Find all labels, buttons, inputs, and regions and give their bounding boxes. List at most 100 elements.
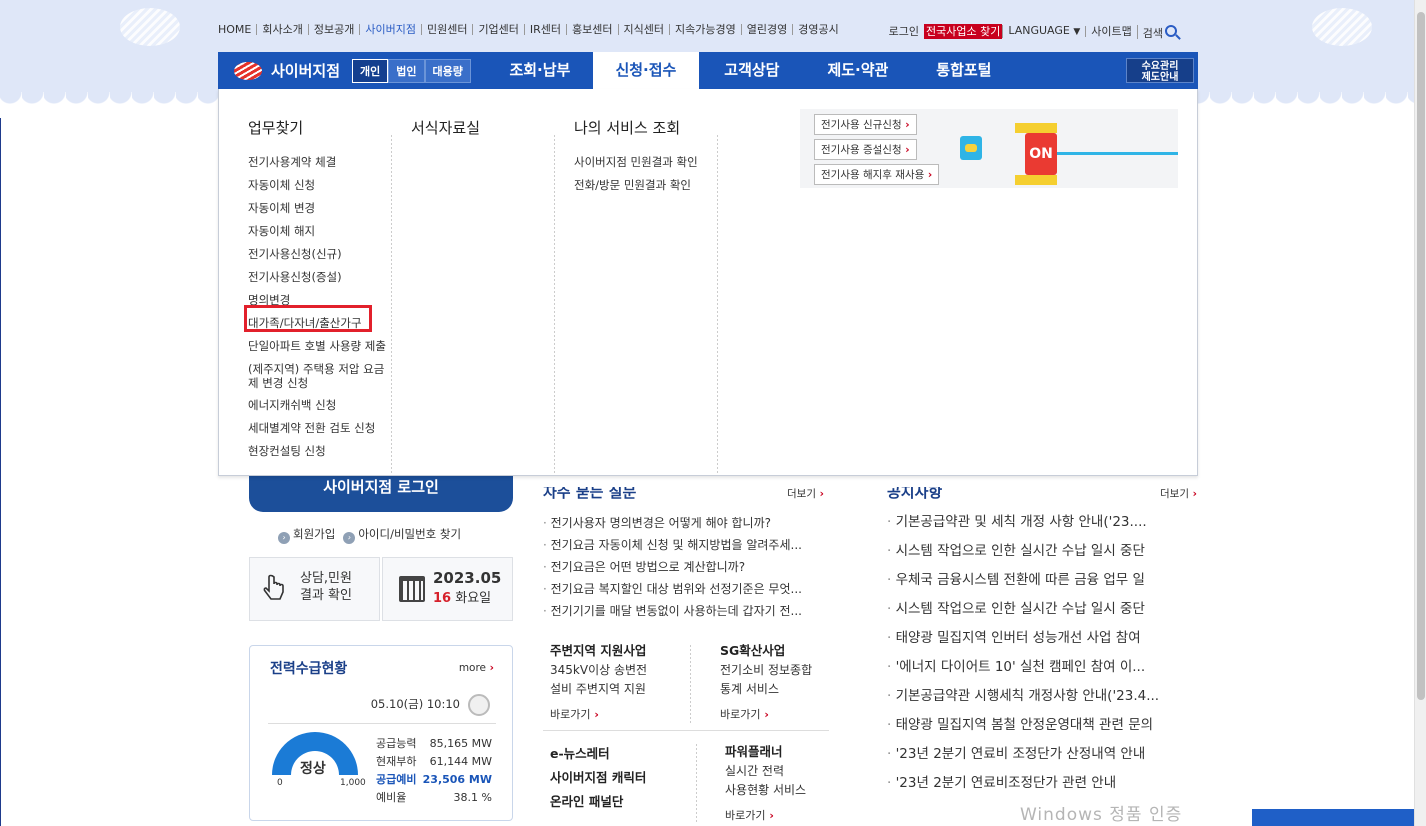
utility-right: 로그인 전국사업소 찾기 LANGUAGE ▼ 사이트맵 검색 bbox=[884, 24, 1182, 39]
notice-item[interactable]: '23년 2분기 연료비 조정단가 산정내역 안내 bbox=[887, 740, 1195, 769]
quick-local-support[interactable]: 주변지역 지원사업 345kV이상 송변전 설비 주변지역 지원 바로가기 bbox=[550, 641, 647, 724]
new-usage-button[interactable]: 전기사용 신규신청 bbox=[814, 114, 917, 135]
util-open[interactable]: 열린경영 bbox=[740, 24, 792, 35]
demand-management-button[interactable]: 수요관리 제도안내 bbox=[1126, 58, 1194, 83]
cable-decoration bbox=[1057, 147, 1178, 155]
stat-label: 공급예비 bbox=[376, 773, 417, 786]
task-increase-usage[interactable]: 전기사용신청(증설) bbox=[248, 266, 386, 289]
quick-go-link[interactable]: 바로가기 bbox=[720, 705, 812, 724]
task-autopay-cancel[interactable]: 자동이체 해지 bbox=[248, 220, 386, 243]
notice-item[interactable]: 우체국 금융시스템 전환에 따른 금융 업무 일 bbox=[887, 566, 1195, 595]
quick-power-planner[interactable]: 파워플래너 실시간 전력 사용현황 서비스 바로가기 bbox=[725, 742, 806, 825]
character-link[interactable]: 사이버지점 캐릭터 bbox=[550, 770, 646, 785]
notice-item[interactable]: 태양광 밀집지역 봄철 안정운영대책 관련 문의 bbox=[887, 711, 1195, 740]
notice-more-link[interactable]: 더보기 bbox=[1160, 486, 1197, 501]
tab-personal[interactable]: 개인 bbox=[352, 58, 389, 83]
menu-terms[interactable]: 제도·약관 bbox=[805, 52, 911, 89]
tab-corporate[interactable]: 법인 bbox=[388, 58, 425, 83]
find-label: 아이디/비밀번호 찾기 bbox=[358, 527, 462, 541]
service-phone-result[interactable]: 전화/방문 민원결과 확인 bbox=[574, 174, 698, 197]
calendar-day: 16 bbox=[433, 591, 452, 606]
util-home[interactable]: HOME bbox=[218, 24, 256, 35]
quick-go-link[interactable]: 바로가기 bbox=[725, 806, 806, 825]
find-office-link[interactable]: 전국사업소 찾기 bbox=[923, 24, 1003, 39]
util-civil[interactable]: 민원센터 bbox=[420, 24, 472, 35]
notice-item[interactable]: 기본공급약관 시행세칙 개정사항 안내('23.4... bbox=[887, 682, 1195, 711]
faq-more-link[interactable]: 더보기 bbox=[787, 486, 824, 501]
increase-usage-button[interactable]: 전기사용 증설신청 bbox=[814, 139, 917, 160]
menu-portal[interactable]: 통합포털 bbox=[911, 52, 1017, 89]
stat-value: 61,144 MW bbox=[429, 755, 492, 768]
util-disclosure[interactable]: 정보공개 bbox=[307, 24, 359, 35]
login-link[interactable]: 로그인 bbox=[884, 26, 924, 37]
task-jeju-rate[interactable]: (제주지역) 주택용 저압 요금 제 변경 신청 bbox=[248, 358, 386, 394]
faq-item[interactable]: 전기요금 자동이체 신청 및 해지방법을 알려주세... bbox=[543, 534, 802, 556]
util-company[interactable]: 회사소개 bbox=[256, 24, 307, 35]
stat-row: 현재부하 61,144 MW bbox=[376, 753, 492, 771]
notice-item[interactable]: 시스템 작업으로 인한 실시간 수납 일시 중단 bbox=[887, 595, 1195, 624]
reuse-usage-button[interactable]: 전기사용 해지후 재사용 bbox=[814, 164, 940, 185]
task-jeju-line2: 제 변경 신청 bbox=[248, 376, 309, 390]
menu-application[interactable]: 신청·접수 bbox=[592, 52, 699, 89]
task-autopay-change[interactable]: 자동이체 변경 bbox=[248, 197, 386, 220]
quick-sg[interactable]: SG확산사업 전기소비 정보종합 통계 서비스 바로가기 bbox=[720, 641, 812, 724]
site-logo[interactable]: 사이버지점 bbox=[234, 60, 340, 81]
cyber-login-button[interactable]: 사이버지점 로그인 bbox=[249, 476, 513, 512]
service-cyber-result[interactable]: 사이버지점 민원결과 확인 bbox=[574, 151, 698, 174]
faq-item[interactable]: 전기요금은 어떤 방법으로 계산합니까? bbox=[543, 556, 802, 578]
quick-go-link[interactable]: 바로가기 bbox=[550, 705, 647, 724]
col-title[interactable]: 서식자료실 bbox=[411, 117, 480, 138]
join-link[interactable]: › 회원가입 bbox=[278, 526, 335, 544]
notice-title: 공지사항 bbox=[887, 483, 943, 501]
power-more-link[interactable]: more bbox=[459, 662, 494, 674]
util-cyber-branch[interactable]: 사이버지점 bbox=[359, 24, 421, 35]
find-account-link[interactable]: › 아이디/비밀번호 찾기 bbox=[343, 526, 461, 544]
faq-item[interactable]: 전기기기를 매달 변동없이 사용하는데 갑자기 전... bbox=[543, 600, 802, 622]
tab-large[interactable]: 대용량 bbox=[424, 58, 471, 83]
floating-toolbar[interactable] bbox=[1252, 809, 1414, 826]
faq-item[interactable]: 전기요금 복지할인 대상 범위와 선정기준은 무엇... bbox=[543, 578, 802, 600]
stat-label: 공급능력 bbox=[376, 737, 417, 750]
quick-title: 파워플래너 bbox=[725, 744, 783, 759]
chevron-down-icon: ▼ bbox=[1073, 27, 1081, 37]
stat-row: 예비율 38.1 % bbox=[376, 789, 492, 807]
util-mgmt[interactable]: 경영공시 bbox=[792, 24, 843, 35]
menu-inquiry-payment[interactable]: 조회·납부 bbox=[487, 52, 593, 89]
quick-desc: 345kV이상 송변전 bbox=[550, 663, 648, 677]
scrollbar-thumb[interactable] bbox=[1417, 12, 1425, 700]
language-select[interactable]: LANGUAGE ▼ bbox=[1002, 25, 1085, 38]
consult-result-box[interactable]: 상담,민원 결과 확인 bbox=[249, 557, 380, 621]
calendar-weekday: 화요일 bbox=[455, 591, 492, 606]
menu-customer-service[interactable]: 고객상담 bbox=[699, 52, 805, 89]
faq-item[interactable]: 전기사용자 명의변경은 어떻게 해야 합니까? bbox=[543, 512, 802, 534]
outlet-icon bbox=[960, 136, 982, 160]
notice-item[interactable]: '에너지 다이어트 10' 실천 캠페인 참여 이... bbox=[887, 653, 1195, 682]
notice-item[interactable]: 태양광 밀집지역 인버터 성능개선 사업 참여 bbox=[887, 624, 1195, 653]
task-autopay-apply[interactable]: 자동이체 신청 bbox=[248, 174, 386, 197]
search-link[interactable]: 검색 bbox=[1136, 24, 1182, 39]
util-knowledge[interactable]: 지식센터 bbox=[617, 24, 669, 35]
usage-promo-banner: 전기사용 신규신청 전기사용 증설신청 전기사용 해지후 재사용 ON bbox=[800, 109, 1178, 188]
notice-item[interactable]: 기본공급약관 및 세칙 개정 사항 안내('23.... bbox=[887, 508, 1195, 537]
demand-line1: 수요관리 bbox=[1141, 61, 1179, 72]
util-ir[interactable]: IR센터 bbox=[523, 24, 566, 35]
util-pr[interactable]: 홍보센터 bbox=[566, 24, 617, 35]
util-business[interactable]: 기업센터 bbox=[472, 24, 523, 35]
sitemap-link[interactable]: 사이트맵 bbox=[1085, 26, 1136, 37]
windows-activation-watermark: Windows 정품 인증 bbox=[1020, 805, 1183, 825]
notice-item[interactable]: 시스템 작업으로 인한 실시간 수납 일시 중단 bbox=[887, 537, 1195, 566]
task-household-contract[interactable]: 세대별계약 전환 검토 신청 bbox=[248, 417, 386, 440]
util-sustainability[interactable]: 지속가능경영 bbox=[669, 24, 741, 35]
refresh-icon[interactable] bbox=[468, 694, 490, 716]
task-energy-cashback[interactable]: 에너지캐쉬백 신청 bbox=[248, 394, 386, 417]
task-contract[interactable]: 전기사용계약 체결 bbox=[248, 151, 386, 174]
task-onsite-consulting[interactable]: 현장컨설팅 신청 bbox=[248, 440, 386, 463]
newsletter-link[interactable]: e-뉴스레터 bbox=[550, 746, 610, 761]
decoration bbox=[1312, 8, 1372, 46]
panel-link[interactable]: 온라인 패널단 bbox=[550, 794, 623, 809]
notice-item[interactable]: '23년 2분기 연료비조정단가 관련 안내 bbox=[887, 769, 1195, 798]
task-new-usage[interactable]: 전기사용신청(신규) bbox=[248, 243, 386, 266]
vertical-scrollbar[interactable] bbox=[1414, 0, 1426, 826]
task-apartment-usage[interactable]: 단일아파트 호별 사용량 제출 bbox=[248, 335, 386, 358]
stat-label: 예비율 bbox=[376, 791, 407, 804]
